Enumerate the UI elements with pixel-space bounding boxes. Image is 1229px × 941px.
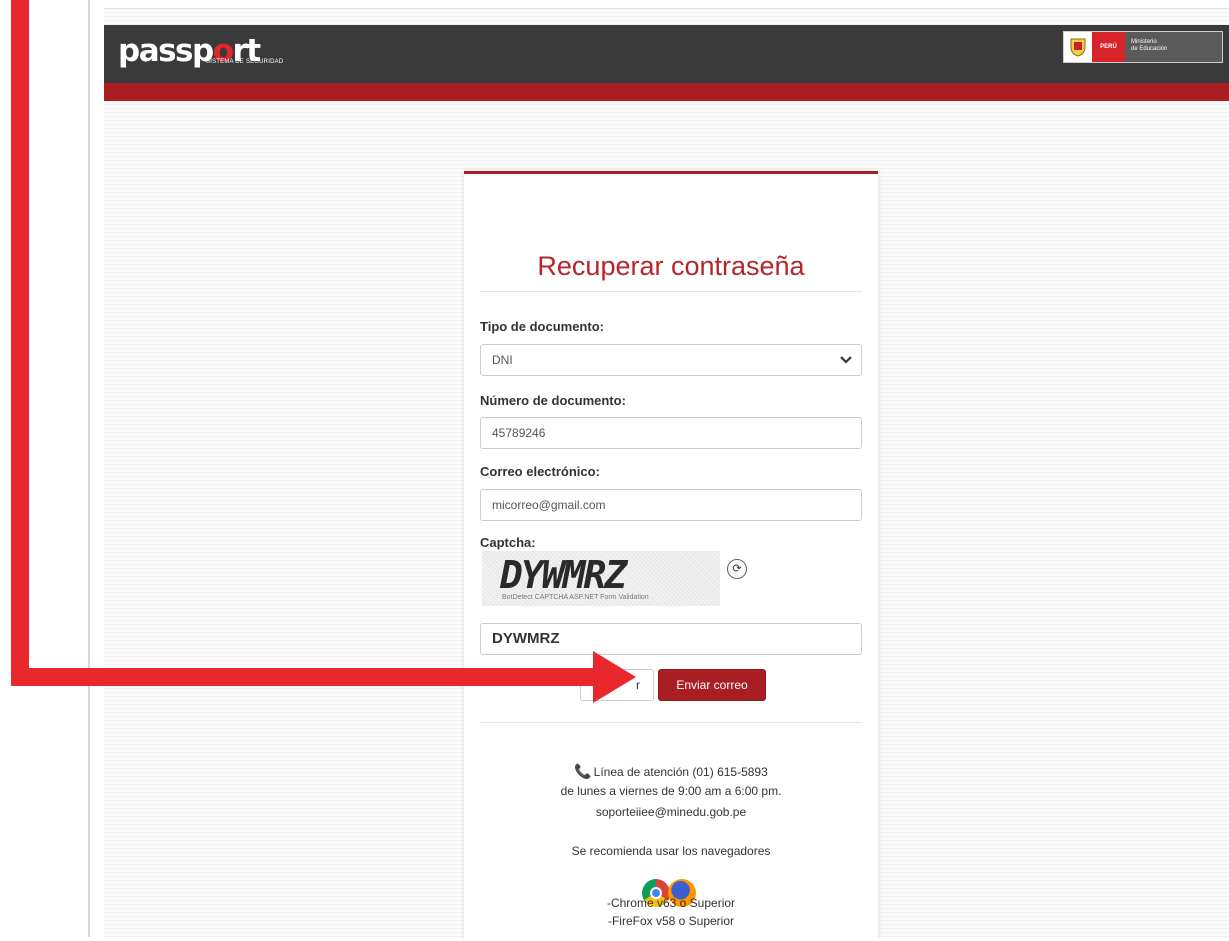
captcha-input[interactable]: DYWMRZ [480,623,862,655]
coat-of-arms-icon [1064,32,1092,62]
ministry-label: Ministerio de Educación [1125,32,1222,62]
peru-label: PERÚ [1092,32,1125,62]
ministry-line: Ministerio [1131,39,1157,45]
captcha-image-text: DYWMRZ [500,553,627,597]
email-input[interactable]: micorreo@gmail.com [480,489,862,521]
doc-type-value: DNI [492,353,513,367]
window-frame-line [88,0,90,937]
refresh-icon[interactable]: ⟳ [727,559,747,579]
phone-icon: 📞 [574,763,592,779]
page-title: Recuperar contraseña [537,251,805,281]
passport-logo: passport SISTEMA DE SEGURIDAD [118,31,283,77]
doc-type-select[interactable]: DNI [480,344,862,376]
browsers-note: Se recomienda usar los navegadores [571,844,771,858]
page: passport SISTEMA DE SEGURIDAD PERÚ Minis… [104,8,1229,941]
support-phone: 📞 Línea de atención (01) 615-5893 [464,763,878,780]
captcha-label: Captcha: [480,535,536,550]
support-email[interactable]: soporteiiee@minedu.gob.pe [464,805,878,819]
header-red-band [104,83,1229,101]
cancel-button-label: r [636,678,640,692]
doc-number-input[interactable]: 45789246 [480,417,862,449]
email-label: Correo electrónico: [480,464,600,479]
header-bar: passport SISTEMA DE SEGURIDAD PERÚ Minis… [104,25,1229,83]
divider [480,291,862,292]
divider [480,722,862,723]
firefox-requirement: -FireFox v58 o Superior [607,914,735,928]
recover-password-card: Recuperar contraseña Tipo de documento: … [464,171,878,941]
government-badge: PERÚ Ministerio de Educación [1063,31,1223,63]
support-hours: de lunes a viernes de 9:00 am a 6:00 pm. [560,784,782,798]
doc-type-label: Tipo de documento: [480,319,604,334]
doc-number-label: Número de documento: [480,393,626,408]
support-phone-text: Línea de atención (01) 615-5893 [593,765,768,779]
captcha-caption: BotDetect CAPTCHA ASP.NET Form Validatio… [502,594,649,601]
captcha-image: DYWMRZ BotDetect CAPTCHA ASP.NET Form Va… [482,551,720,606]
chrome-requirement: -Chrome v63 o Superior [606,896,736,910]
chevron-down-icon [839,348,853,382]
ministry-line: de Educación [1131,46,1168,52]
send-email-button[interactable]: Enviar correo [658,669,766,701]
logo-part: passp [118,33,214,69]
annotation-arrow-shaft [11,0,29,686]
annotation-arrow-shaft [11,668,601,686]
red-arrow-icon [593,651,636,703]
logo-subtitle: SISTEMA DE SEGURIDAD [206,59,284,65]
